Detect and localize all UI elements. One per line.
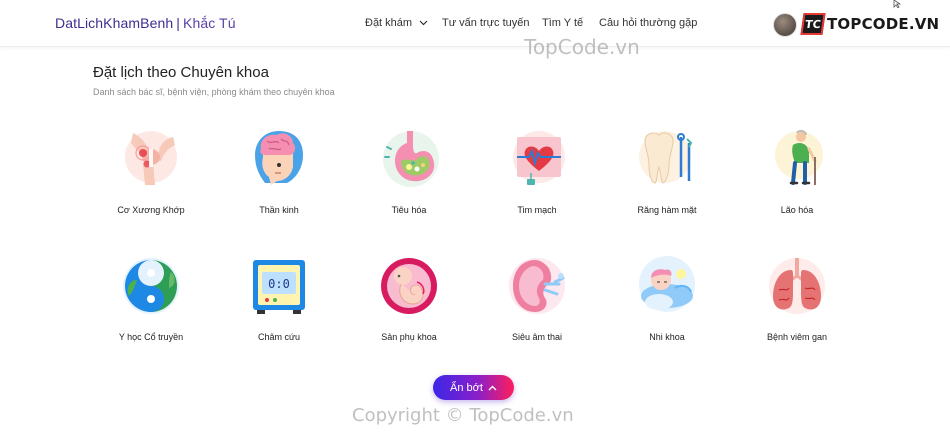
brand-link[interactable]: DatLichKhamBenh | Khắc Tú [55,15,236,31]
collapse-button-label: Ẩn bớt [450,381,483,394]
collapse-button[interactable]: Ẩn bớt [433,375,514,400]
specialty-label: Tiêu hóa [391,205,427,215]
yin-yang-leaf-icon [123,258,179,314]
specialty-label: Siêu âm thai [511,332,563,342]
brand-author: Khắc Tú [183,15,236,31]
nav-consult-link[interactable]: Tư vấn trực tuyến [442,17,529,29]
specialty-label: Răng hàm mặt [637,205,697,215]
joint-icon [125,131,177,185]
topcode-logo-text: TOPCODE.VN [827,15,940,33]
heart-monitor-icon [513,131,565,185]
mouse-cursor-icon [893,0,902,8]
specialty-label: Bệnh viêm gan [766,332,828,342]
specialty-label: Thần kinh [259,205,299,215]
specialty-tim-mach[interactable]: Tim mạch [477,127,597,215]
kidney-icon [509,258,565,314]
svg-text:0:0: 0:0 [268,277,290,291]
elderly-icon [775,129,823,185]
specialty-tieu-hoa[interactable]: Tiêu hóa [349,127,469,215]
topcode-logo-mark: TC [800,13,826,35]
tooth-icon [639,131,693,184]
nav-book-label: Đặt khám [365,17,413,29]
stomach-icon [383,131,439,187]
chevron-up-icon [488,385,497,390]
nav-faq-link[interactable]: Câu hỏi thường gặp [599,17,697,29]
specialty-label: Tim mạch [517,205,557,215]
specialty-co-xuong-khop[interactable]: Cơ Xương Khớp [91,127,211,215]
specialty-label: Lão hóa [780,205,814,215]
specialty-rang-ham-mat[interactable]: Răng hàm mặt [607,127,727,215]
specialty-lao-hoa[interactable]: Lão hóa [737,127,857,215]
specialty-nhi-khoa[interactable]: Nhi khoa [607,254,727,342]
specialty-than-kinh[interactable]: Thần kinh [219,127,339,215]
top-navbar: DatLichKhamBenh | Khắc Tú Đặt khám Tư vấn … [0,0,950,47]
brand-name: DatLichKhamBenh [55,15,174,31]
specialty-label: Châm cứu [257,332,301,342]
section-subtitle: Danh sách bác sĩ, bệnh viện, phòng khám … [93,87,335,97]
specialty-label: Cơ Xương Khớp [117,205,185,215]
specialty-y-hoc-co-truyen[interactable]: Y học Cổ truyền [91,254,211,342]
lungs-icon [769,258,825,314]
watermark-copyright: Copyright © TopCode.vn [352,405,574,426]
specialty-label: Nhi khoa [649,332,685,342]
brand-separator: | [176,15,180,31]
specialty-label: Y học Cổ truyền [118,332,184,342]
specialty-san-phu-khoa[interactable]: Sản phụ khoa [349,254,469,342]
brain-icon [255,131,303,185]
nav-find-link[interactable]: Tìm Y tế [542,17,583,29]
specialty-benh-viem-gan[interactable]: Bệnh viêm gan [737,254,857,342]
user-avatar[interactable] [773,13,797,37]
acupuncture-device-icon: 0:0 [253,260,305,314]
specialty-sieu-am-thai[interactable]: Siêu âm thai [477,254,597,342]
nav-book-dropdown[interactable]: Đặt khám [365,17,428,29]
section-title: Đặt lịch theo Chuyên khoa [93,64,269,81]
specialty-label: Sản phụ khoa [381,332,437,342]
topcode-logo: TC TOPCODE.VN [800,12,940,36]
baby-icon [639,256,695,312]
specialty-cham-cuu[interactable]: 0:0 Châm cứu [219,254,339,342]
chevron-down-icon [419,20,428,26]
fetus-icon [381,258,437,314]
